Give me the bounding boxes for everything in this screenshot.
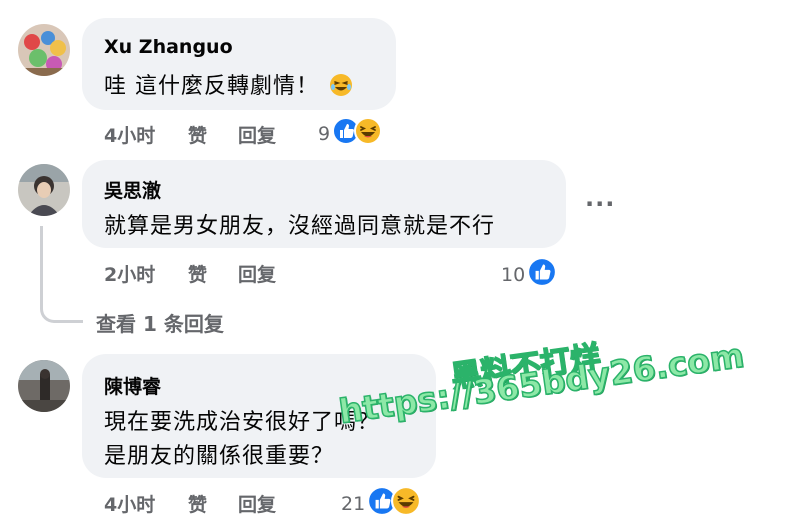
like-button[interactable]: 赞: [188, 490, 207, 517]
comment-time[interactable]: 4小时: [104, 490, 155, 517]
more-options-button[interactable]: ···: [585, 190, 615, 218]
avatar[interactable]: [18, 164, 70, 216]
reply-button[interactable]: 回复: [238, 260, 276, 287]
reaction-summary[interactable]: 21: [341, 486, 422, 521]
comment-text: 就算是男女朋友，沒經過同意就是不行: [104, 214, 496, 239]
view-replies-link[interactable]: 查看 1 条回复: [96, 308, 224, 337]
like-button[interactable]: 赞: [188, 260, 207, 287]
avatar[interactable]: [18, 360, 70, 412]
comment-author[interactable]: 陳博睿: [104, 372, 161, 399]
comment-bubble: 吳思澈 就算是男女朋友，沒經過同意就是不行: [82, 160, 566, 248]
comment-text-content: 哇 這什麼反轉劇情！: [104, 74, 319, 99]
comment-text: 哇 這什麼反轉劇情！: [104, 68, 353, 103]
comment-text-line-2: 是朋友的關係很重要？: [104, 444, 335, 469]
reaction-summary[interactable]: 10: [501, 257, 558, 292]
avatar[interactable]: [18, 24, 70, 76]
comment-bubble: Xu Zhanguo 哇 這什麼反轉劇情！: [82, 18, 396, 110]
reaction-summary[interactable]: 9: [318, 117, 383, 150]
haha-reaction-icon: [354, 117, 383, 150]
reaction-count: 10: [501, 263, 526, 286]
laughing-tears-emoji-icon: [329, 73, 353, 103]
reply-button[interactable]: 回复: [238, 121, 276, 148]
like-reaction-icon: [527, 257, 558, 292]
reply-button[interactable]: 回复: [238, 490, 276, 517]
reply-thread-line: [40, 226, 83, 323]
comment-author[interactable]: Xu Zhanguo: [104, 36, 233, 58]
comment-time[interactable]: 4小时: [104, 121, 155, 148]
comment-author[interactable]: 吳思澈: [104, 176, 161, 203]
like-button[interactable]: 赞: [188, 121, 207, 148]
comment-time[interactable]: 2小时: [104, 260, 155, 287]
reaction-count: 9: [318, 122, 331, 145]
haha-reaction-icon: [391, 486, 422, 521]
reaction-count: 21: [341, 492, 366, 515]
